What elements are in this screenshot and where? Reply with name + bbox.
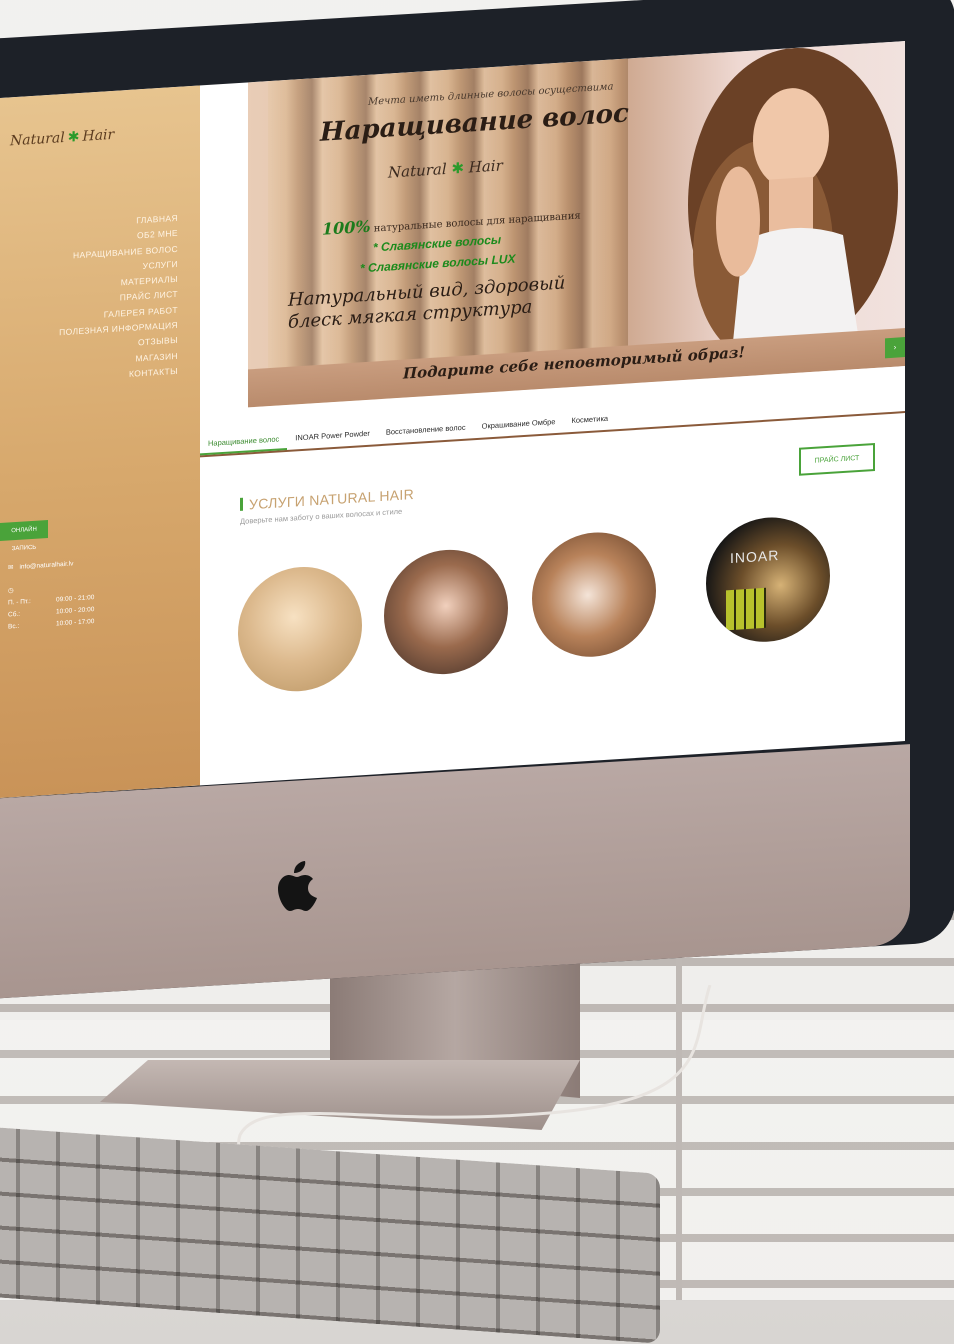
hours-time: 10:00 - 17:00 — [56, 618, 95, 628]
apple-logo-icon — [278, 861, 317, 911]
tab-ombre-coloring[interactable]: Окрашивание Омбре — [474, 413, 564, 439]
tab-hair-extension[interactable]: Наращивание волос — [200, 429, 288, 456]
online-booking-button[interactable]: ОНЛАЙН ЗАПИСЬ — [0, 519, 48, 552]
tab-cosmetics[interactable]: Косметика — [563, 409, 616, 432]
hero-percent: 100% — [322, 216, 371, 239]
service-blonde-image[interactable] — [238, 563, 362, 696]
main-nav: ГЛАВНАЯ ОБ2 МНЕ НАРАЩИВАНИЕ ВОЛОС УСЛУГИ… — [59, 211, 178, 387]
inoar-brand-text: INOAR — [730, 546, 780, 567]
hours-day: Вс.: — [8, 622, 20, 631]
hero-logo-left: Natural — [388, 159, 447, 182]
tab-inoar-power-powder[interactable]: INOAR Power Powder — [287, 424, 378, 450]
website-screen: Natural ✱ Hair ГЛАВНАЯ ОБ2 МНЕ НАРАЩИВАНИЕ… — [0, 41, 905, 798]
product-bottles-icon — [726, 587, 766, 631]
tab-hair-restoration[interactable]: Восстановление волос — [378, 418, 474, 444]
main-content: Мечта иметь длинные волосы осуществима Н… — [200, 41, 905, 785]
mail-icon: ✉ — [8, 564, 14, 572]
heading-accent-bar — [240, 497, 243, 511]
model-photo — [688, 47, 898, 348]
pricelist-button[interactable]: ПРАЙС ЛИСТ — [799, 442, 875, 476]
leaf-icon: ✱ — [446, 158, 469, 178]
opening-hours: ◷ П. - Пт.: 09:00 - 21:00 Сб.: 10:00 - 20:… — [8, 580, 94, 633]
service-inoar-image[interactable]: INOAR — [706, 513, 830, 646]
contact-email[interactable]: info@naturalhair.lv — [19, 560, 73, 570]
sidebar: Natural ✱ Hair ГЛАВНАЯ ОБ2 МНЕ НАРАЩИВАНИЕ… — [0, 85, 200, 798]
slider-next-button[interactable]: › — [885, 337, 905, 359]
leaf-icon: ✱ — [67, 128, 80, 146]
hero-logo-right: Hair — [468, 156, 503, 177]
service-curls-image[interactable] — [384, 546, 508, 678]
service-images: INOAR — [238, 511, 878, 696]
site-logo[interactable]: Natural ✱ Hair — [10, 127, 114, 150]
service-straight-hair-image[interactable] — [532, 528, 656, 661]
hero-banner: Мечта иметь длинные волосы осуществима Н… — [248, 41, 905, 408]
contact-info: ✉ info@naturalhair.lv ◷ П. - Пт.: 09:00 -… — [8, 558, 94, 633]
logo-text-right: Hair — [82, 126, 115, 145]
logo-text-left: Natural — [10, 129, 65, 150]
